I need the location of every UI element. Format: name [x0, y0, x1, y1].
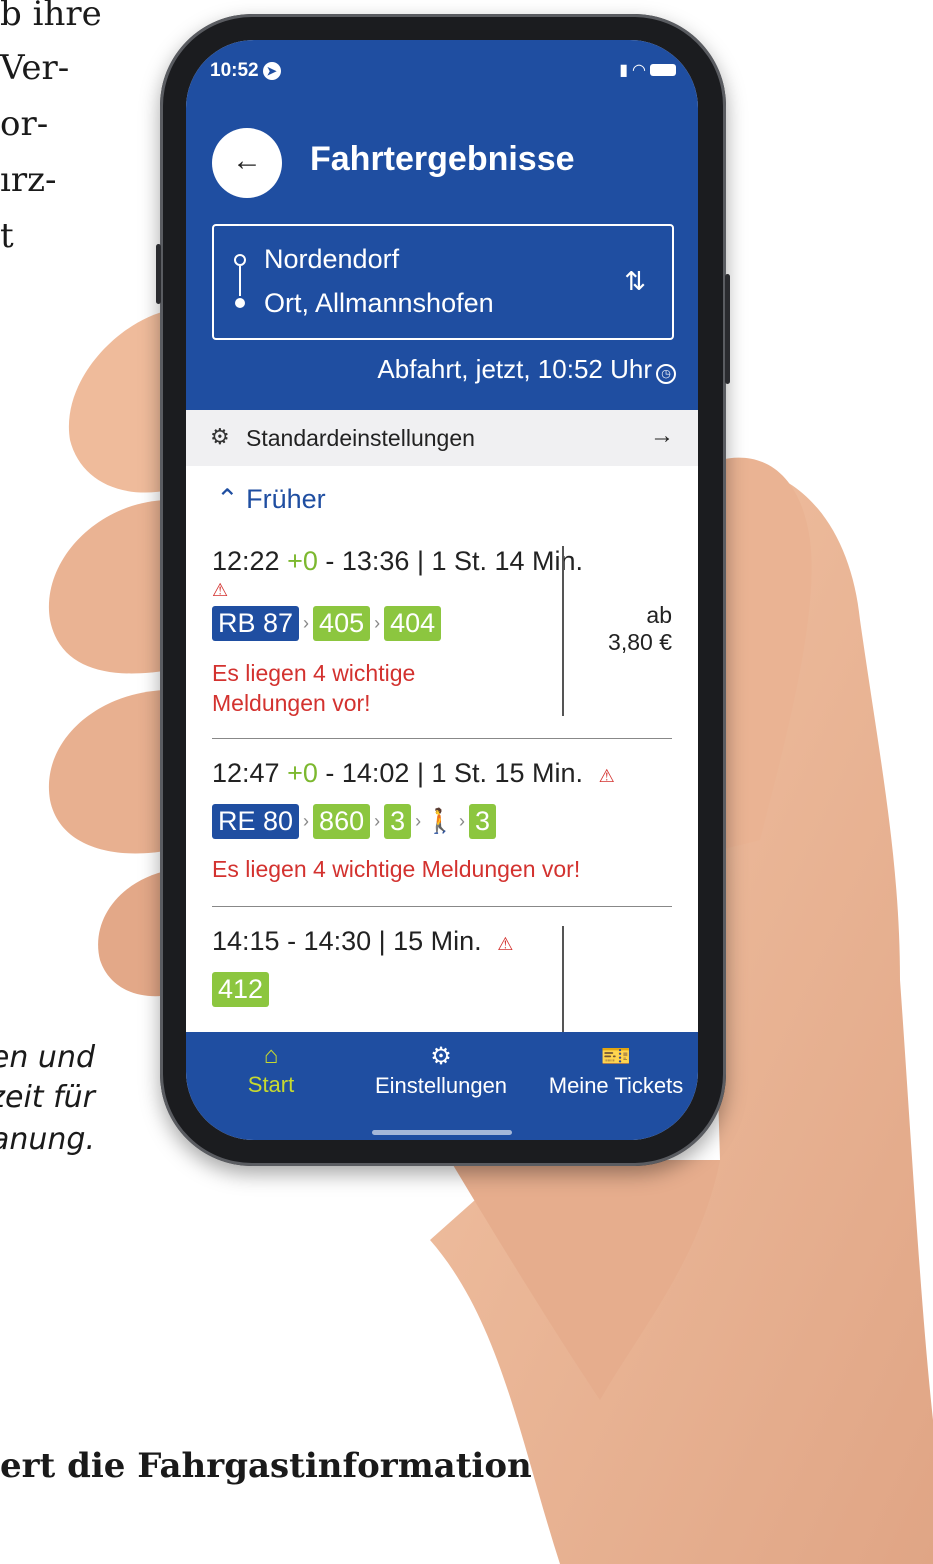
warning-icon: ⚠	[212, 580, 229, 600]
status-icons: ▮◠	[619, 60, 676, 80]
battery-icon	[650, 64, 676, 76]
chevron-right-icon: ›	[459, 811, 466, 831]
back-button[interactable]: ←	[212, 128, 282, 198]
bottom-nav: ⌂ Start ⚙ Einstellungen 🎫 Meine Tickets	[186, 1032, 698, 1140]
origin-dot-icon	[234, 254, 246, 266]
chevron-right-icon: ›	[303, 613, 310, 633]
price-block: ab 3,80 €	[572, 602, 672, 656]
ticket-icon: 🎫	[601, 1043, 631, 1070]
app-screen: 10:52 ➤ ▮◠ ← Fahrtergebnisse Nordendorf O…	[186, 40, 698, 1140]
status-time-text: 10:52	[210, 60, 259, 81]
settings-label: Standardeinstellungen	[246, 425, 475, 451]
arrival-duration: - 14:02 | 1 St. 15 Min.	[317, 758, 584, 788]
home-icon: ⌂	[263, 1042, 279, 1069]
line-chip-train: RE 80	[212, 804, 300, 839]
nav-start-label: Start	[247, 1072, 295, 1097]
connection-item[interactable]: 14:15 - 14:30 | 15 Min. ⚠ 412	[212, 926, 672, 1036]
destination-field[interactable]: Ort, Allmannshofen	[264, 288, 494, 319]
clock-icon: ◷	[656, 364, 676, 384]
signal-icon: ▮	[619, 62, 633, 79]
line-chips: 412	[212, 972, 270, 1007]
chevron-right-icon: ›	[374, 613, 381, 633]
chevron-up-icon: ⌃	[216, 484, 239, 514]
location-arrow-icon: ➤	[262, 62, 281, 80]
origin-field[interactable]: Nordendorf	[264, 244, 399, 275]
price-divider	[562, 926, 564, 1036]
hand-finger-2	[48, 500, 170, 674]
departure-time[interactable]: Abfahrt, jetzt, 10:52 Uhr ◷	[377, 354, 676, 385]
departure-text: Abfahrt, jetzt, 10:52 Uhr	[377, 354, 652, 384]
line-chip-bus: 412	[212, 972, 270, 1007]
departure-clock: 12:22	[212, 546, 280, 576]
phone-power-button	[725, 274, 730, 384]
divider	[212, 738, 672, 739]
route-line	[239, 266, 241, 296]
status-time: 10:52 ➤	[210, 60, 281, 82]
price-divider	[562, 546, 564, 716]
connection-item[interactable]: 12:22 +0 - 13:36 | 1 St. 14 Min. ⚠ RB 87…	[212, 546, 672, 718]
line-chip-bus: 404	[384, 606, 442, 641]
warning-icon: ⚠	[497, 934, 514, 954]
connection-item[interactable]: 12:47 +0 - 14:02 | 1 St. 15 Min. ⚠ RE 80…	[212, 758, 672, 888]
line-chip-bus: 3	[384, 804, 412, 839]
price-value: 3,80 €	[608, 629, 672, 655]
connection-times-text: 14:15 - 14:30 | 15 Min.	[212, 926, 482, 956]
connection-times: 12:47 +0 - 14:02 | 1 St. 15 Min. ⚠	[212, 758, 672, 789]
hand-finger-3	[48, 690, 170, 854]
connection-times: 12:22 +0 - 13:36 | 1 St. 14 Min.	[212, 546, 672, 577]
arrow-right-icon: →	[650, 422, 674, 449]
earlier-label: Früher	[246, 484, 326, 514]
line-chip-train: RB 87	[212, 606, 300, 641]
connection-times: 14:15 - 14:30 | 15 Min. ⚠	[212, 926, 672, 957]
page-title: Fahrtergebnisse	[310, 140, 575, 178]
arrival-duration: - 13:36 | 1 St. 14 Min.	[317, 546, 584, 576]
line-chips: RB 87 › 405 › 404	[212, 606, 442, 641]
line-chip-bus: 3	[469, 804, 497, 839]
gear-icon: ⚙	[430, 1043, 452, 1070]
nav-start[interactable]: ⌂ Start	[216, 1042, 326, 1098]
swap-icon[interactable]: ⇅	[624, 266, 646, 297]
nav-tickets-label: Meine Tickets	[548, 1073, 684, 1098]
chevron-right-icon: ›	[415, 811, 422, 831]
walking-icon: 🚶	[425, 808, 456, 835]
nav-settings[interactable]: ⚙ Einstellungen	[366, 1042, 516, 1099]
line-chip-bus: 405	[313, 606, 371, 641]
delay-value: +0	[287, 546, 318, 576]
home-indicator	[372, 1130, 512, 1135]
line-chip-bus: 860	[313, 804, 371, 839]
wifi-icon: ◠	[632, 62, 650, 79]
price-prefix: ab	[646, 602, 672, 628]
alert-message: Es liegen 4 wichtige Meldungen vor!	[212, 660, 416, 716]
departure-clock: 12:47	[212, 758, 280, 788]
warning-icon: ⚠	[598, 766, 615, 786]
hand-finger-1	[68, 310, 170, 493]
route-box[interactable]: Nordendorf Ort, Allmannshofen ⇅	[212, 224, 674, 340]
gear-icon: ⚙	[210, 424, 230, 449]
nav-tickets[interactable]: 🎫 Meine Tickets	[538, 1042, 694, 1099]
line-chips: RE 80 › 860 › 3 › 🚶 › 3	[212, 804, 497, 839]
delay-value: +0	[287, 758, 318, 788]
destination-dot-icon	[235, 298, 245, 308]
alert-message: Es liegen 4 wichtige Meldungen vor!	[212, 856, 581, 882]
chevron-right-icon: ›	[303, 811, 310, 831]
earlier-button[interactable]: ⌃ Früher	[216, 484, 326, 515]
divider	[212, 906, 672, 907]
nav-settings-label: Einstellungen	[374, 1073, 508, 1098]
chevron-right-icon: ›	[374, 811, 381, 831]
settings-bar[interactable]: ⚙ Standardeinstellungen →	[186, 410, 698, 466]
header: 10:52 ➤ ▮◠ ← Fahrtergebnisse Nordendorf O…	[186, 40, 698, 410]
phone-side-button	[156, 244, 161, 304]
